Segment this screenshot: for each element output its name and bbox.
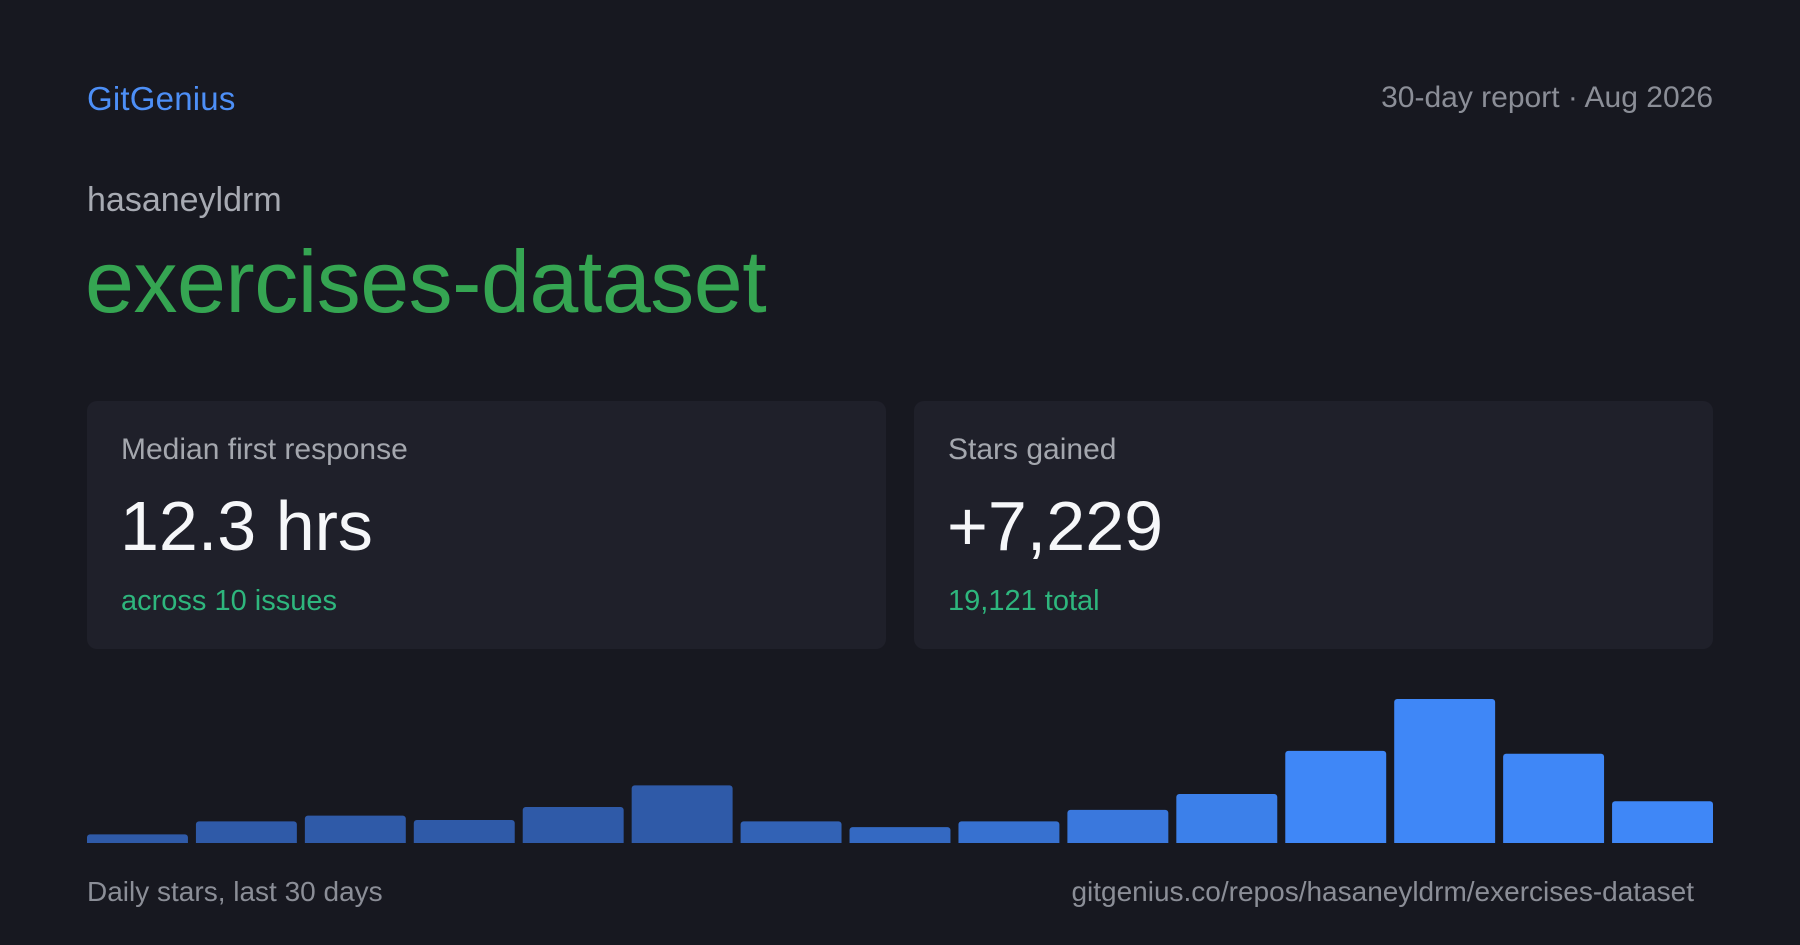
chart-caption: Daily stars, last 30 days [87,876,383,907]
stars-gained-value: +7,229 [947,487,1164,565]
report-period: 30-day report · Aug 2026 [1381,81,1713,114]
repo-owner[interactable]: hasaneyldrm [87,181,282,220]
chart-bar-day-2 [195,821,297,843]
repo-name[interactable]: exercises-dataset [85,238,767,326]
repo-url[interactable]: gitgenius.co/repos/hasaneyldrm/exercises… [1071,876,1694,908]
chart-bar-day-4 [413,819,515,843]
daily-stars-chart [87,699,1713,843]
median-response-subtext: across 10 issues [121,585,337,617]
brand-logo[interactable]: GitGenius [87,80,236,118]
chart-bar-day-5 [522,807,624,843]
median-response-value: 12.3 hrs [120,487,373,565]
chart-bar-day-14 [1503,753,1605,843]
chart-bar-day-12 [1285,750,1387,843]
chart-bar-day-13 [1394,699,1496,843]
chart-bar-day-7 [740,821,842,843]
median-response-card: Median first response 12.3 hrs across 10… [87,401,886,649]
chart-bar-day-6 [631,785,733,843]
stars-gained-card: Stars gained +7,229 19,121 total [914,401,1713,649]
stars-total-subtext: 19,121 total [948,585,1100,617]
chart-bar-day-10 [1067,809,1169,843]
chart-bar-day-3 [304,815,406,843]
stars-gained-label: Stars gained [948,433,1117,466]
median-response-label: Median first response [121,433,408,466]
chart-bar-day-8 [849,827,951,843]
chart-bar-day-11 [1176,794,1278,843]
chart-bar-day-9 [958,821,1060,843]
chart-bar-day-1 [87,834,188,843]
chart-bar-day-15 [1612,801,1713,843]
